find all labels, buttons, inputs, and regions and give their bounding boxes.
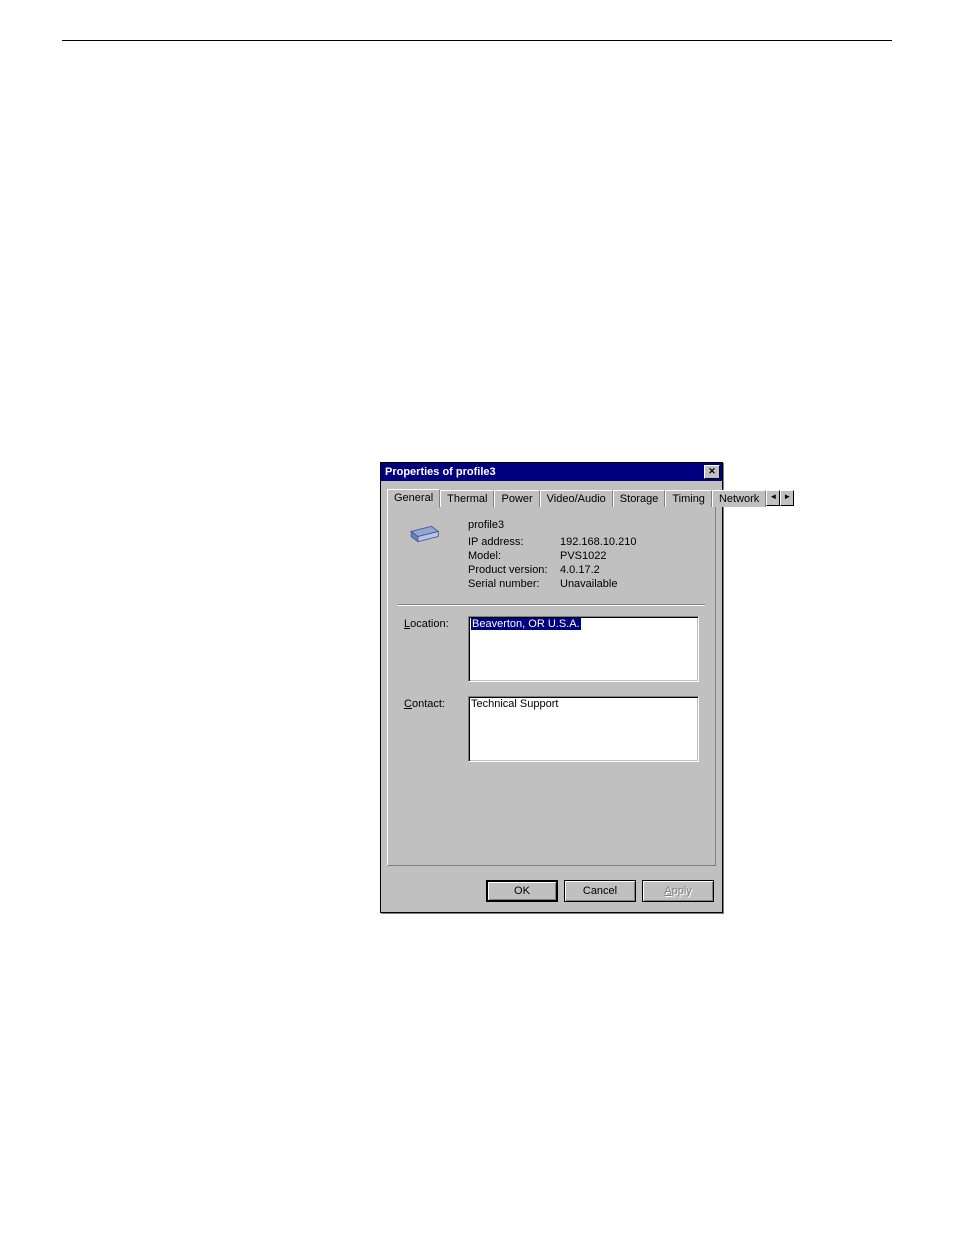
tab-thermal[interactable]: Thermal (440, 490, 494, 507)
separator (398, 604, 705, 606)
chevron-right-icon: ► (783, 492, 791, 501)
close-icon: ✕ (708, 466, 716, 476)
chevron-left-icon: ◄ (769, 492, 777, 501)
tab-storage[interactable]: Storage (613, 490, 666, 507)
tab-panel-general: profile3 IP address: 192.168.10.210 Mode… (387, 506, 716, 866)
product-version-value: 4.0.17.2 (560, 564, 636, 576)
location-label: Location: (398, 616, 468, 682)
tab-power[interactable]: Power (494, 490, 539, 507)
horizontal-rule (62, 40, 892, 41)
ok-button[interactable]: OK (486, 880, 558, 902)
product-version-label: Product version: (468, 564, 560, 576)
tab-scroll-left[interactable]: ◄ (766, 490, 780, 506)
titlebar[interactable]: Properties of profile3 ✕ (381, 463, 722, 481)
tab-scroll-right[interactable]: ► (780, 490, 794, 506)
serial-number-value: Unavailable (560, 578, 636, 590)
apply-button[interactable]: Apply (642, 880, 714, 902)
device-icon-cell (398, 519, 468, 590)
contact-label: Contact: (398, 696, 468, 762)
device-summary: profile3 IP address: 192.168.10.210 Mode… (398, 519, 705, 590)
location-value: Beaverton, OR U.S.A. (471, 618, 581, 630)
properties-dialog: Properties of profile3 ✕ General Thermal… (380, 462, 723, 913)
dialog-client-area: General Thermal Power Video/Audio Storag… (381, 481, 722, 872)
serial-number-label: Serial number: (468, 578, 560, 590)
tab-general[interactable]: General (387, 489, 440, 508)
location-input[interactable]: Beaverton, OR U.S.A. (468, 616, 699, 682)
tab-scroll: ◄ ► (766, 490, 794, 506)
close-button[interactable]: ✕ (704, 465, 720, 479)
ip-address-value: 192.168.10.210 (560, 536, 636, 548)
contact-input[interactable]: Technical Support (468, 696, 699, 762)
contact-row: Contact: Technical Support (398, 696, 705, 762)
cancel-button[interactable]: Cancel (564, 880, 636, 902)
tab-network[interactable]: Network (712, 490, 766, 507)
device-info-grid: profile3 IP address: 192.168.10.210 Mode… (468, 519, 636, 590)
device-icon (406, 523, 440, 545)
tab-timing[interactable]: Timing (665, 490, 712, 507)
model-label: Model: (468, 550, 560, 562)
contact-value: Technical Support (471, 698, 558, 710)
tab-video-audio[interactable]: Video/Audio (540, 490, 613, 507)
ip-address-label: IP address: (468, 536, 560, 548)
dialog-title: Properties of profile3 (385, 465, 496, 479)
tab-strip: General Thermal Power Video/Audio Storag… (387, 487, 716, 506)
dialog-button-row: OK Cancel Apply (381, 872, 722, 912)
device-name: profile3 (468, 519, 636, 531)
model-value: PVS1022 (560, 550, 636, 562)
location-row: Location: Beaverton, OR U.S.A. (398, 616, 705, 682)
